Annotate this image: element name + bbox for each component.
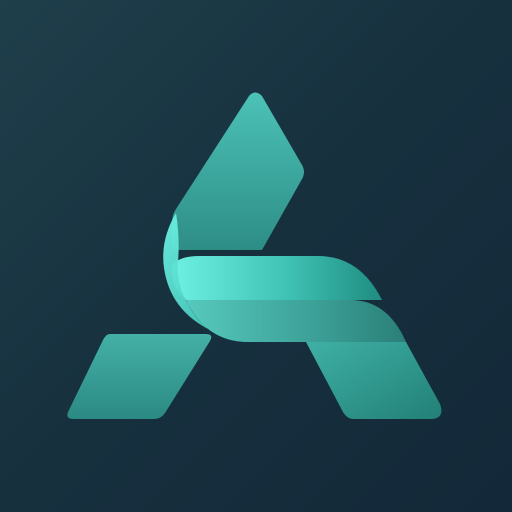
ribbon-upper-band-shape: [171, 256, 382, 300]
upper-diagonal-bar-shape: [172, 92, 304, 250]
ribbon-lower-band-shape: [186, 300, 406, 342]
stylized-letter-a-logo-icon: [67, 92, 442, 419]
left-leg-shape: [67, 334, 212, 419]
right-leg-shape: [306, 342, 442, 419]
app-icon-canvas: [0, 0, 512, 512]
